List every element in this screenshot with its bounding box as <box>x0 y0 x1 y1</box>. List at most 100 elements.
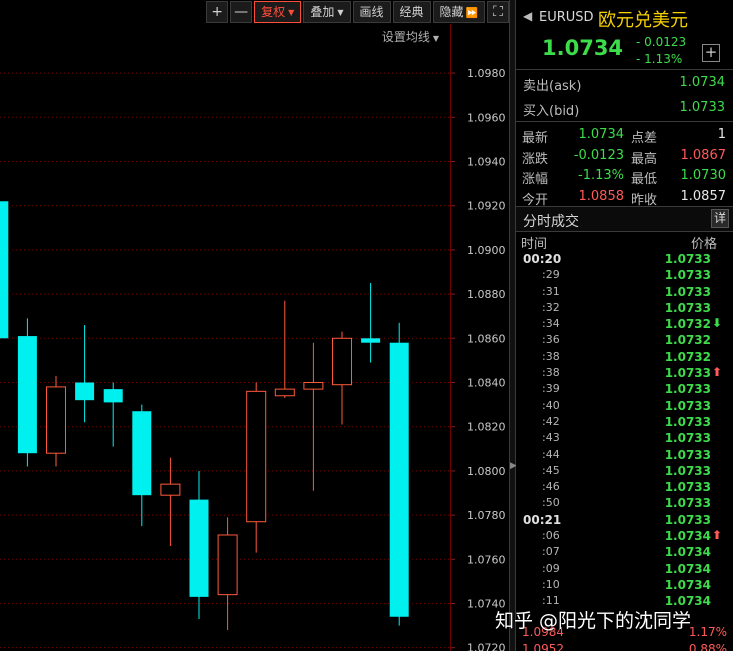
stat-label: 涨幅 <box>522 172 549 187</box>
trade-time: :06 <box>542 529 560 543</box>
zoom-out-button[interactable]: — <box>230 1 253 23</box>
candle <box>217 517 238 631</box>
y-tick-label: 1.0920 <box>467 200 506 213</box>
arrow-down-icon: ⬇ <box>711 316 722 331</box>
trade-row: :32 1.0733 <box>516 300 733 316</box>
price-axis-ticks: 1.0980 1.0960 1.0940 1.0920 1.0900 1.0880 1.08… <box>450 67 506 651</box>
bid-row: 买入(bid) 1.0733 <box>516 96 733 121</box>
trade-time: 00:21 <box>523 512 562 527</box>
trades-detail-button[interactable]: 详 <box>711 209 729 228</box>
candle <box>132 404 152 527</box>
stat-value: 1.0858 <box>578 188 625 204</box>
trade-price: 1.0733 <box>664 496 711 511</box>
stat-label: 最高 <box>631 151 658 167</box>
y-tick-label: 1.0760 <box>467 553 506 566</box>
trade-price: 1.0734 <box>664 545 711 560</box>
ma-setting-label: 设置均线 <box>381 30 430 44</box>
trade-time: :44 <box>542 447 560 461</box>
trade-row: :46 1.0733 <box>516 479 733 495</box>
y-tick-label: 1.0860 <box>467 332 506 345</box>
trade-row: 00:21 1.0733 <box>516 512 733 528</box>
change-percent: - 1.13% <box>636 52 683 66</box>
trade-time: :09 <box>542 561 560 575</box>
bottom-percent: 0.88% <box>688 642 727 651</box>
stat-value: 1.0734 <box>578 127 625 142</box>
trade-price: 1.0733 <box>664 398 711 413</box>
bottom-percent: 1.17% <box>688 625 727 639</box>
trade-row: :40 1.0733 <box>516 398 733 414</box>
y-tick-label: 1.0980 <box>467 67 506 80</box>
stat-label: 最低 <box>631 172 658 187</box>
y-tick-label: 1.0800 <box>467 465 506 478</box>
trade-row: :06 1.0734 ⬆ <box>516 528 733 544</box>
trade-time: :38 <box>542 349 560 363</box>
trades-header: 分时成交 详 <box>516 207 733 232</box>
stat-value: 1.0730 <box>680 168 727 183</box>
hide-button[interactable]: 隐藏 ⏩ <box>432 1 485 23</box>
stat-label: 最新 <box>522 131 549 146</box>
trade-time: :32 <box>542 300 560 314</box>
y-tick-label: 1.0960 <box>467 111 506 124</box>
trade-row: :36 1.0732 <box>516 332 733 348</box>
y-tick-label: 1.0940 <box>467 155 506 168</box>
kline-chart-area[interactable]: 1.0980 1.0960 1.0940 1.0920 1.0900 1.0880 1.08… <box>0 0 509 651</box>
arrow-up-icon: ⬆ <box>711 528 722 543</box>
candle-body <box>46 386 66 454</box>
stat-label: 点差 <box>631 131 658 146</box>
trade-price: 1.0733 <box>664 268 711 283</box>
candle-body <box>189 499 209 597</box>
candle <box>103 382 123 447</box>
trade-price: 1.0734 <box>664 561 711 576</box>
candle-body <box>389 342 409 617</box>
draw-line-button[interactable]: 画线 <box>352 1 391 23</box>
restore-rights-dropdown[interactable]: 复权 ▼ <box>254 1 302 23</box>
ma-setting-dropdown[interactable]: 设置均线 ▼ <box>382 28 439 45</box>
y-tick-label: 1.0900 <box>467 244 506 257</box>
trade-time: :43 <box>542 431 560 445</box>
caret-left-icon[interactable]: ◀ <box>523 9 532 23</box>
trade-row: :42 1.0733 <box>516 414 733 430</box>
trade-time: 00:20 <box>523 252 562 266</box>
candle-body <box>361 338 381 343</box>
trade-time: :50 <box>542 496 560 510</box>
overlay-dropdown[interactable]: 叠加 ▼ <box>303 1 351 23</box>
stat-value: -0.0123 <box>573 147 624 163</box>
caret-down-icon: ▼ <box>337 7 344 17</box>
trade-price: 1.0733 <box>664 382 711 397</box>
candle <box>0 201 9 339</box>
candles <box>0 201 409 631</box>
trades-list[interactable]: 00:20 1.0733:29 1.0733:31 1.0733:32 1.0733:3… <box>516 251 733 610</box>
symbol-code: EURUSD <box>539 10 594 25</box>
classic-button[interactable]: 经典 <box>392 1 431 23</box>
zoom-in-button[interactable]: + <box>206 1 229 23</box>
trade-row: :07 1.0734 <box>516 544 733 560</box>
candle-body <box>246 390 267 523</box>
stat-label: 今开 <box>522 192 549 208</box>
trade-row: :10 1.0734 <box>516 577 733 593</box>
chart-toolbar: + — 复权 ▼ 叠加 ▼ 画线 经典 隐藏 ⏩ ⛶ <box>206 1 509 23</box>
trade-time: :36 <box>542 333 560 347</box>
trade-time: :34 <box>542 317 560 331</box>
trade-price: 1.0734 <box>664 577 711 592</box>
add-watchlist-button[interactable]: + <box>702 44 720 62</box>
candle <box>274 300 295 398</box>
trade-time: :31 <box>542 284 560 298</box>
trade-row: :09 1.0734 <box>516 561 733 577</box>
trade-row: :39 1.0733 <box>516 381 733 397</box>
collapse-handle-icon[interactable]: ▶ <box>510 458 517 474</box>
trade-time: :39 <box>542 382 560 396</box>
panel-divider[interactable]: ▶ <box>509 0 517 651</box>
stat-row: 涨幅 -1.13% 最低 1.0730 <box>516 166 733 187</box>
y-tick-label: 1.0880 <box>467 288 506 301</box>
column-time: 时间 <box>521 237 548 252</box>
trade-row: 00:20 1.0733 <box>516 251 733 267</box>
candle-body <box>303 381 324 390</box>
kline-chart[interactable]: 1.0980 1.0960 1.0940 1.0920 1.0900 1.0880 1.08… <box>0 0 509 651</box>
candle <box>389 322 409 626</box>
stat-value: -1.13% <box>578 168 624 183</box>
fullscreen-button[interactable]: ⛶ <box>487 1 509 23</box>
overlay-label: 叠加 <box>310 5 335 19</box>
watermark: 知乎 @阳光下的沈同学 <box>495 610 692 632</box>
stats-grid: 最新 1.0734 点差 1 涨跌 -0.0123 最高 1.0867 涨幅 -… <box>516 122 733 208</box>
quote-panel: ◀ EURUSD 欧元兑美元 1.0734 - 0.0123 - 1.13% +… <box>516 0 733 651</box>
